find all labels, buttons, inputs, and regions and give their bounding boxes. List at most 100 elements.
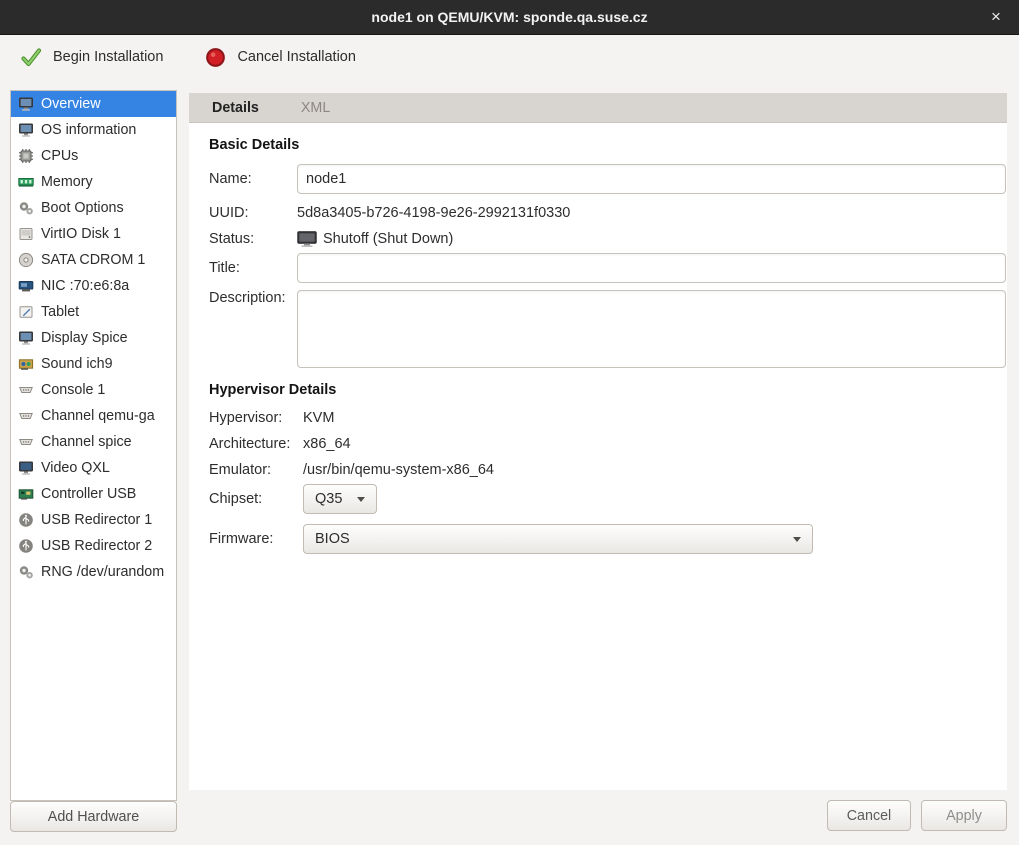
sidebar-item-label: Sound ich9 — [41, 356, 113, 372]
description-label: Description: — [209, 290, 297, 306]
window-title: node1 on QEMU/KVM: sponde.qa.suse.cz — [371, 9, 647, 25]
sidebar-item-rng[interactable]: RNG /dev/urandom — [11, 559, 176, 585]
cancel-installation-label: Cancel Installation — [237, 49, 356, 65]
sidebar-item-video-qxl[interactable]: Video QXL — [11, 455, 176, 481]
architecture-label: Architecture: — [209, 436, 303, 452]
sidebar-item-boot-options[interactable]: Boot Options — [11, 195, 176, 221]
sidebar-item-label: Console 1 — [41, 382, 105, 398]
usb-icon — [18, 538, 34, 554]
sidebar-item-display-spice[interactable]: Display Spice — [11, 325, 176, 351]
status-row: Status: Shutoff (Shut Down) — [209, 227, 1006, 251]
details-content: Basic Details Name: UUID: 5d8a3405-b726-… — [189, 123, 1007, 554]
sidebar-list: Overview OS information CPUs Memory Boot Opt… — [11, 91, 176, 585]
red-stop-icon — [203, 45, 227, 69]
serial-icon — [18, 408, 34, 424]
title-row: Title: — [209, 253, 1006, 283]
sidebar-item-channel-spice[interactable]: Channel spice — [11, 429, 176, 455]
sidebar: Overview OS information CPUs Memory Boot Opt… — [10, 90, 177, 801]
sidebar-item-label: RNG /dev/urandom — [41, 564, 164, 580]
green-check-icon — [19, 45, 43, 69]
controller-icon — [18, 486, 34, 502]
chipset-row: Chipset: Q35 — [209, 484, 1006, 514]
uuid-label: UUID: — [209, 205, 297, 221]
tab-xml[interactable]: XML — [280, 93, 351, 122]
chevron-down-icon — [357, 497, 365, 502]
sidebar-item-overview[interactable]: Overview — [11, 91, 176, 117]
begin-installation-label: Begin Installation — [53, 49, 163, 65]
sidebar-item-usb-redirector-1[interactable]: USB Redirector 1 — [11, 507, 176, 533]
chevron-down-icon — [793, 537, 801, 542]
sidebar-item-label: Boot Options — [41, 200, 124, 216]
sidebar-item-label: Video QXL — [41, 460, 110, 476]
firmware-dropdown[interactable]: BIOS — [303, 524, 813, 554]
chipset-selected-value: Q35 — [315, 491, 342, 507]
sidebar-item-label: SATA CDROM 1 — [41, 252, 145, 268]
video-icon — [18, 460, 34, 476]
tab-bar: DetailsXML — [189, 93, 1007, 123]
sidebar-item-channel-qemu-ga[interactable]: Channel qemu-ga — [11, 403, 176, 429]
sidebar-item-controller-usb[interactable]: Controller USB — [11, 481, 176, 507]
emulator-value: /usr/bin/qemu-system-x86_64 — [303, 462, 494, 478]
emulator-label: Emulator: — [209, 462, 303, 478]
toolbar: Begin Installation Cancel Installation — [0, 35, 1019, 79]
add-hardware-button[interactable]: Add Hardware — [10, 801, 177, 832]
chipset-dropdown[interactable]: Q35 — [303, 484, 377, 514]
sidebar-item-label: Channel qemu-ga — [41, 408, 155, 424]
hypervisor-label: Hypervisor: — [209, 410, 303, 426]
name-label: Name: — [209, 171, 297, 187]
monitor-icon — [18, 96, 34, 112]
shutoff-monitor-icon — [297, 231, 317, 248]
disk-icon — [18, 226, 34, 242]
sidebar-item-virtio-disk-1[interactable]: VirtIO Disk 1 — [11, 221, 176, 247]
monitor-icon — [18, 122, 34, 138]
sound-icon — [18, 356, 34, 372]
sidebar-item-label: Display Spice — [41, 330, 128, 346]
apply-button[interactable]: Apply — [921, 800, 1007, 831]
title-input[interactable] — [297, 253, 1006, 283]
sidebar-item-nic[interactable]: NIC :70:e6:8a — [11, 273, 176, 299]
firmware-selected-value: BIOS — [315, 531, 350, 547]
sidebar-item-memory[interactable]: Memory — [11, 169, 176, 195]
serial-icon — [18, 434, 34, 450]
gears-icon — [18, 200, 34, 216]
sidebar-item-label: NIC :70:e6:8a — [41, 278, 129, 294]
sidebar-item-os-information[interactable]: OS information — [11, 117, 176, 143]
description-textarea[interactable] — [297, 290, 1006, 368]
sidebar-item-label: Memory — [41, 174, 93, 190]
serial-icon — [18, 382, 34, 398]
description-row: Description: — [209, 290, 1006, 368]
uuid-value: 5d8a3405-b726-4198-9e26-2992131f0330 — [297, 205, 570, 221]
sidebar-item-sound-ich9[interactable]: Sound ich9 — [11, 351, 176, 377]
close-icon[interactable]: × — [981, 0, 1011, 34]
sidebar-item-tablet[interactable]: Tablet — [11, 299, 176, 325]
titlebar: node1 on QEMU/KVM: sponde.qa.suse.cz × — [0, 0, 1019, 35]
name-input[interactable] — [297, 164, 1006, 194]
nic-icon — [18, 278, 34, 294]
sidebar-item-label: Channel spice — [41, 434, 132, 450]
sidebar-item-label: USB Redirector 2 — [41, 538, 152, 554]
sidebar-item-sata-cdrom-1[interactable]: SATA CDROM 1 — [11, 247, 176, 273]
sidebar-item-label: USB Redirector 1 — [41, 512, 152, 528]
hypervisor-value: KVM — [303, 410, 334, 426]
architecture-value: x86_64 — [303, 436, 351, 452]
firmware-row: Firmware: BIOS — [209, 524, 1006, 554]
hypervisor-details-heading: Hypervisor Details — [209, 382, 1006, 398]
title-label: Title: — [209, 260, 297, 276]
status-label: Status: — [209, 231, 297, 247]
cancel-installation-button[interactable]: Cancel Installation — [203, 45, 356, 69]
sidebar-item-label: OS information — [41, 122, 136, 138]
tab-details[interactable]: Details — [191, 93, 280, 122]
basic-details-heading: Basic Details — [209, 137, 1006, 153]
architecture-row: Architecture: x86_64 — [209, 432, 1006, 456]
cancel-button[interactable]: Cancel — [827, 800, 911, 831]
sidebar-item-usb-redirector-2[interactable]: USB Redirector 2 — [11, 533, 176, 559]
sidebar-item-cpus[interactable]: CPUs — [11, 143, 176, 169]
uuid-row: UUID: 5d8a3405-b726-4198-9e26-2992131f03… — [209, 201, 1006, 225]
sidebar-item-console-1[interactable]: Console 1 — [11, 377, 176, 403]
footer: Cancel Apply — [827, 800, 1007, 831]
sidebar-item-label: CPUs — [41, 148, 78, 164]
cpu-icon — [18, 148, 34, 164]
sidebar-item-label: Overview — [41, 96, 101, 112]
begin-installation-button[interactable]: Begin Installation — [19, 45, 163, 69]
main-panel: DetailsXML Basic Details Name: UUID: 5d8… — [189, 93, 1007, 790]
